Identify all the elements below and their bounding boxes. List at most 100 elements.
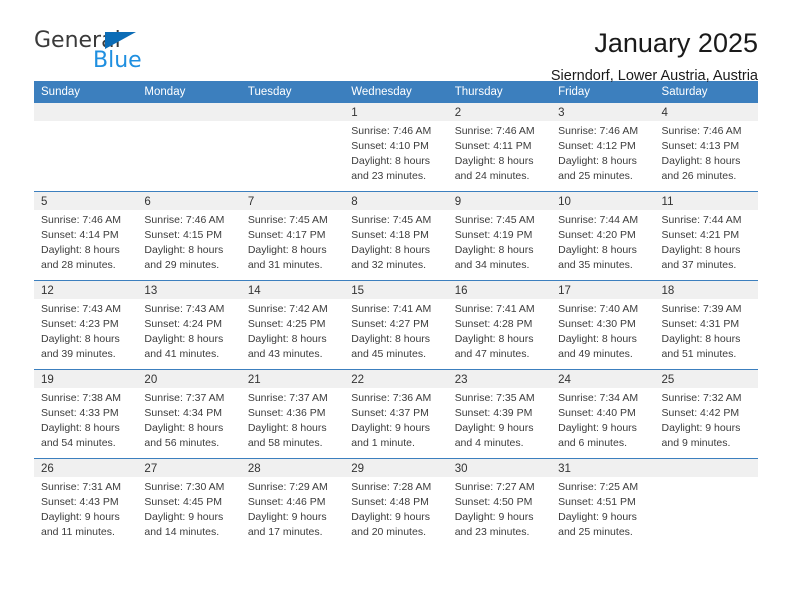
calendar-day-cell[interactable]: 23 Sunrise: 7:35 AM Sunset: 4:39 PM Dayligh… <box>447 369 552 459</box>
calendar-day-cell[interactable]: 3 Sunrise: 7:46 AM Sunset: 4:12 PM Daylight… <box>551 103 655 192</box>
sunrise-text: Sunrise: 7:37 AM <box>144 392 225 404</box>
weekday-header-tuesday: Tuesday <box>240 81 345 103</box>
calendar-day-cell[interactable]: 29 Sunrise: 7:28 AM Sunset: 4:48 PM Dayligh… <box>344 458 448 547</box>
calendar-day-cell[interactable]: 13 Sunrise: 7:43 AM Sunset: 4:24 PM Dayligh… <box>137 280 241 370</box>
daylight-text: Daylight: 9 hours <box>661 421 741 434</box>
day-number: 12 <box>34 281 138 299</box>
daylight-text: Daylight: 9 hours <box>144 510 224 523</box>
calendar-day-cell[interactable]: 14 Sunrise: 7:42 AM Sunset: 4:25 PM Dayligh… <box>240 280 345 370</box>
calendar-day-cell[interactable]: 8 Sunrise: 7:45 AM Sunset: 4:18 PM Daylight… <box>344 191 448 281</box>
calendar-day-cell[interactable]: 2 Sunrise: 7:46 AM Sunset: 4:11 PM Daylight… <box>447 103 552 192</box>
weekday-header-thursday: Thursday <box>447 81 552 103</box>
day-details: Sunrise: 7:35 AM Sunset: 4:39 PM Daylight:… <box>448 388 551 451</box>
calendar-day-cell[interactable]: 11 Sunrise: 7:44 AM Sunset: 4:21 PM Dayligh… <box>654 191 758 281</box>
calendar-day-cell[interactable]: 9 Sunrise: 7:45 AM Sunset: 4:19 PM Daylight… <box>447 191 552 281</box>
day-number <box>137 103 241 121</box>
daylight-minutes-text: and 32 minutes. <box>351 258 426 271</box>
day-details: Sunrise: 7:46 AM Sunset: 4:10 PM Daylight:… <box>344 121 447 184</box>
calendar-day-cell[interactable]: 10 Sunrise: 7:44 AM Sunset: 4:20 PM Dayligh… <box>551 191 655 281</box>
calendar-day-cell[interactable]: 26 Sunrise: 7:31 AM Sunset: 4:43 PM Dayligh… <box>34 458 138 547</box>
day-number: 25 <box>654 370 758 388</box>
day-details: Sunrise: 7:31 AM Sunset: 4:43 PM Daylight:… <box>34 477 137 540</box>
daylight-text: Daylight: 8 hours <box>247 243 327 256</box>
sunrise-text: Sunrise: 7:34 AM <box>558 392 639 404</box>
day-number: 14 <box>240 281 345 299</box>
day-number: 18 <box>654 281 758 299</box>
sunset-text: Sunset: 4:50 PM <box>454 495 533 508</box>
daylight-text: Daylight: 8 hours <box>661 154 741 167</box>
calendar-day-cell[interactable]: 25 Sunrise: 7:32 AM Sunset: 4:42 PM Dayligh… <box>654 369 758 459</box>
calendar-day-cell[interactable]: 16 Sunrise: 7:41 AM Sunset: 4:28 PM Dayligh… <box>447 280 552 370</box>
calendar-day-cell[interactable]: 7 Sunrise: 7:45 AM Sunset: 4:17 PM Daylight… <box>240 191 345 281</box>
calendar-day-cell[interactable]: 30 Sunrise: 7:27 AM Sunset: 4:50 PM Dayligh… <box>447 458 552 547</box>
calendar-day-cell[interactable]: 22 Sunrise: 7:36 AM Sunset: 4:37 PM Dayligh… <box>344 369 448 459</box>
weekday-header-monday: Monday <box>137 81 241 103</box>
day-details: Sunrise: 7:39 AM Sunset: 4:31 PM Daylight:… <box>655 299 758 362</box>
daylight-minutes-text: and 58 minutes. <box>247 436 323 449</box>
daylight-text: Daylight: 9 hours <box>454 510 534 523</box>
day-number: 16 <box>447 281 552 299</box>
sunset-text: Sunset: 4:13 PM <box>661 139 740 152</box>
sunrise-text: Sunrise: 7:45 AM <box>454 214 535 226</box>
daylight-minutes-text: and 23 minutes. <box>351 169 426 182</box>
daylight-minutes-text: and 39 minutes. <box>41 347 116 360</box>
day-number: 10 <box>551 192 655 210</box>
sunrise-text: Sunrise: 7:44 AM <box>558 214 639 226</box>
calendar-day-cell[interactable]: 18 Sunrise: 7:39 AM Sunset: 4:31 PM Dayligh… <box>654 280 758 370</box>
day-number: 26 <box>34 459 138 477</box>
sunset-text: Sunset: 4:51 PM <box>558 495 636 508</box>
daylight-minutes-text: and 14 minutes. <box>144 525 220 538</box>
sunrise-text: Sunrise: 7:43 AM <box>41 303 121 315</box>
calendar-day-cell[interactable]: 17 Sunrise: 7:40 AM Sunset: 4:30 PM Dayligh… <box>551 280 655 370</box>
day-details: Sunrise: 7:45 AM Sunset: 4:18 PM Daylight:… <box>344 210 447 273</box>
day-number: 28 <box>240 459 345 477</box>
daylight-minutes-text: and 35 minutes. <box>558 258 633 271</box>
day-number: 6 <box>137 192 241 210</box>
calendar-day-cell[interactable]: 6 Sunrise: 7:46 AM Sunset: 4:15 PM Daylight… <box>137 191 241 281</box>
calendar-day-cell[interactable]: 19 Sunrise: 7:38 AM Sunset: 4:33 PM Dayligh… <box>34 369 138 459</box>
sunrise-text: Sunrise: 7:25 AM <box>558 481 639 493</box>
daylight-text: Daylight: 8 hours <box>558 243 637 256</box>
daylight-minutes-text: and 4 minutes. <box>454 436 524 449</box>
daylight-text: Daylight: 8 hours <box>558 332 637 345</box>
calendar-day-cell[interactable]: 24 Sunrise: 7:34 AM Sunset: 4:40 PM Dayligh… <box>551 369 655 459</box>
day-details: Sunrise: 7:37 AM Sunset: 4:34 PM Daylight:… <box>137 388 240 451</box>
calendar-day-cell[interactable]: 20 Sunrise: 7:37 AM Sunset: 4:34 PM Dayligh… <box>137 369 241 459</box>
daylight-minutes-text: and 28 minutes. <box>41 258 116 271</box>
day-details: Sunrise: 7:46 AM Sunset: 4:14 PM Daylight:… <box>34 210 137 273</box>
calendar-day-cell[interactable]: 15 Sunrise: 7:41 AM Sunset: 4:27 PM Dayligh… <box>344 280 448 370</box>
sunset-text: Sunset: 4:15 PM <box>144 228 223 241</box>
calendar-day-cell[interactable]: 4 Sunrise: 7:46 AM Sunset: 4:13 PM Daylight… <box>654 103 758 192</box>
calendar-day-cell[interactable]: 5 Sunrise: 7:46 AM Sunset: 4:14 PM Daylight… <box>34 191 138 281</box>
daylight-minutes-text: and 1 minute. <box>351 436 415 449</box>
daylight-text: Daylight: 8 hours <box>454 243 534 256</box>
day-number: 11 <box>654 192 758 210</box>
calendar-day-cell[interactable]: 28 Sunrise: 7:29 AM Sunset: 4:46 PM Dayligh… <box>240 458 345 547</box>
sunrise-sunset-calendar: Sunday Monday Tuesday Wednesday Thursday… <box>34 81 758 547</box>
sunset-text: Sunset: 4:33 PM <box>41 406 119 419</box>
calendar-day-cell[interactable]: 1 Sunrise: 7:46 AM Sunset: 4:10 PM Daylight… <box>344 103 448 192</box>
calendar-week-row: 5 Sunrise: 7:46 AM Sunset: 4:14 PM Daylight… <box>34 191 758 281</box>
sunrise-text: Sunrise: 7:36 AM <box>351 392 432 404</box>
sunset-text: Sunset: 4:11 PM <box>454 139 532 152</box>
sunrise-text: Sunrise: 7:32 AM <box>661 392 742 404</box>
day-number <box>654 459 758 477</box>
day-number: 17 <box>551 281 655 299</box>
sunrise-text: Sunrise: 7:46 AM <box>454 125 535 137</box>
daylight-text: Daylight: 9 hours <box>247 510 327 523</box>
sunrise-text: Sunrise: 7:42 AM <box>247 303 328 315</box>
calendar-day-cell[interactable]: 27 Sunrise: 7:30 AM Sunset: 4:45 PM Dayligh… <box>137 458 241 547</box>
day-details: Sunrise: 7:37 AM Sunset: 4:36 PM Daylight:… <box>241 388 344 451</box>
sunrise-text: Sunrise: 7:41 AM <box>351 303 432 315</box>
calendar-day-cell[interactable]: 21 Sunrise: 7:37 AM Sunset: 4:36 PM Dayligh… <box>240 369 345 459</box>
daylight-minutes-text: and 41 minutes. <box>144 347 220 360</box>
weekday-header-sunday: Sunday <box>34 81 138 103</box>
daylight-text: Daylight: 8 hours <box>661 243 741 256</box>
daylight-minutes-text: and 31 minutes. <box>247 258 323 271</box>
calendar-day-cell[interactable]: 31 Sunrise: 7:25 AM Sunset: 4:51 PM Dayligh… <box>551 458 655 547</box>
daylight-minutes-text: and 6 minutes. <box>558 436 627 449</box>
calendar-page: General Blue January 2025 Sierndorf, Low… <box>0 0 792 612</box>
day-details: Sunrise: 7:46 AM Sunset: 4:15 PM Daylight:… <box>137 210 240 273</box>
day-number: 15 <box>344 281 448 299</box>
calendar-day-cell[interactable]: 12 Sunrise: 7:43 AM Sunset: 4:23 PM Dayligh… <box>34 280 138 370</box>
